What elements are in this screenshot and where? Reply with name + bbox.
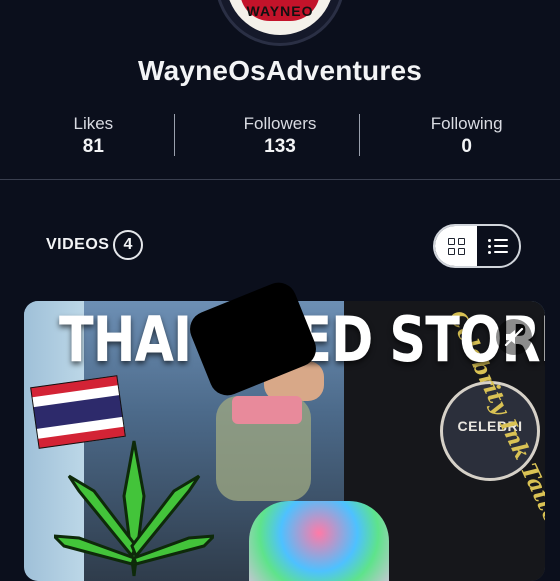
mute-button[interactable]	[496, 319, 532, 355]
stat-likes-label: Likes	[73, 114, 114, 133]
stat-followers[interactable]: Followers 133	[187, 110, 374, 160]
section-divider	[0, 179, 560, 180]
videos-section-label: VIDEOS	[46, 236, 110, 253]
view-toggle	[433, 224, 521, 268]
grid-icon	[447, 237, 465, 255]
list-view-button[interactable]	[477, 226, 519, 266]
muted-speaker-icon	[504, 327, 524, 347]
profile-stats: Likes 81 Followers 133 Following 0	[0, 110, 560, 160]
jar-lid-image	[232, 396, 302, 424]
videos-count-badge: 4	[113, 230, 143, 260]
colorful-jar-image	[249, 501, 389, 581]
stat-followers-value: 133	[264, 136, 296, 157]
profile-avatar[interactable]: WAYNEO	[215, 0, 345, 46]
stat-likes[interactable]: Likes 81	[0, 110, 187, 160]
stat-following[interactable]: Following 0	[373, 110, 560, 160]
stat-followers-label: Followers	[243, 114, 317, 133]
cannabis-leaf-icon	[54, 440, 214, 577]
avatar-logo-text: WAYNEO	[246, 3, 314, 19]
stat-likes-value: 81	[82, 136, 104, 157]
stat-following-label: Following	[430, 114, 503, 133]
stat-divider	[359, 114, 360, 156]
stat-divider	[174, 114, 175, 156]
stat-following-value: 0	[461, 136, 472, 157]
profile-username: WayneOsAdventures	[137, 55, 422, 86]
grid-view-button[interactable]	[435, 226, 477, 266]
list-icon	[488, 236, 508, 257]
